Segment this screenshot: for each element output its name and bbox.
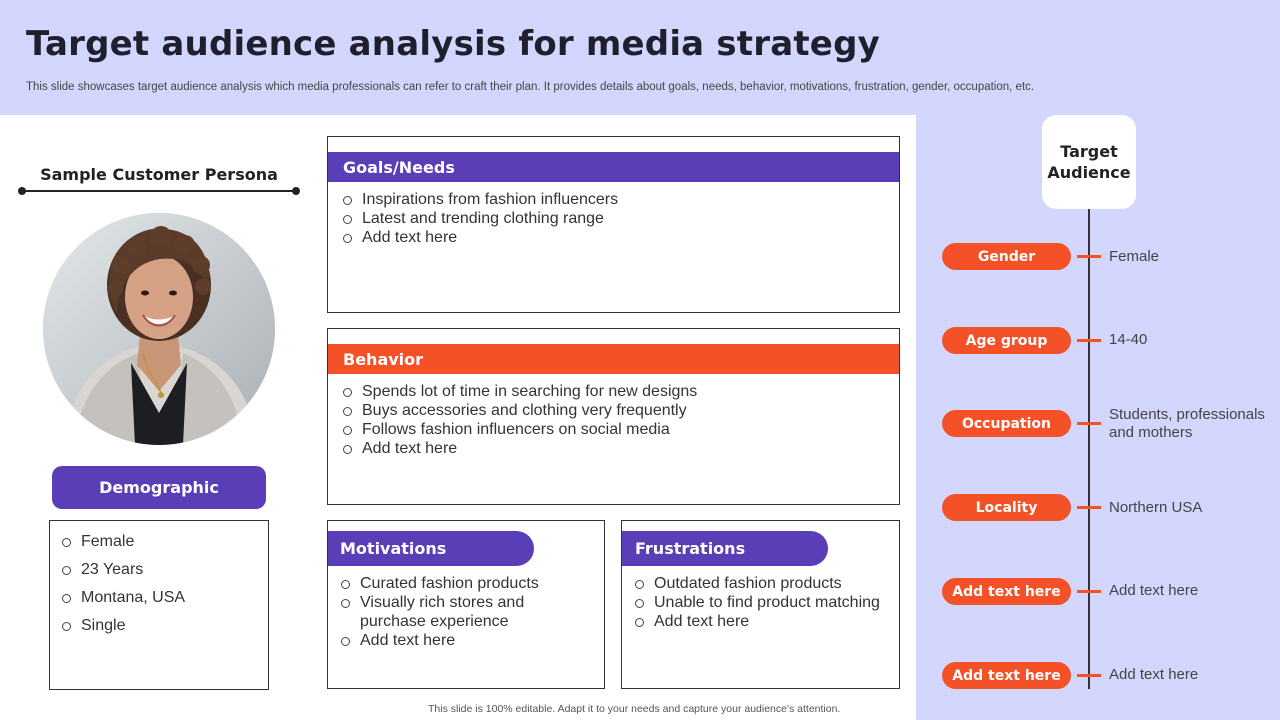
custom-attribute-value-1: Add text here [1109, 582, 1199, 599]
circle-bullet-icon [343, 234, 352, 243]
persona-title: Sample Customer Persona [40, 165, 278, 184]
circle-bullet-icon [343, 196, 352, 205]
list-item: Montana, USA [62, 589, 256, 607]
circle-bullet-icon [341, 599, 350, 608]
target-audience-title: Target Audience [1042, 115, 1136, 209]
page-title: Target audience analysis for media strat… [26, 24, 880, 64]
demographic-label: Demographic [52, 466, 266, 509]
circle-bullet-icon [62, 593, 71, 603]
motivations-header: Motivations [328, 531, 534, 566]
circle-bullet-icon [343, 426, 352, 435]
list-item: Curated fashion products [341, 574, 540, 593]
list-item: Visually rich stores and purchase experi… [341, 593, 540, 631]
custom-attribute-value-2: Add text here [1109, 666, 1199, 683]
gender-value: Female [1109, 248, 1160, 265]
behavior-list: Spends lot of time in searching for new … [343, 382, 697, 458]
custom-attribute-pill-2: Add text here [942, 662, 1071, 689]
persona-divider [18, 187, 300, 195]
list-item: Spends lot of time in searching for new … [343, 382, 697, 401]
connector-tick [1077, 422, 1101, 425]
age-group-value: 14-40 [1109, 331, 1148, 348]
list-item: Single [62, 617, 256, 635]
target-audience-connector [1088, 209, 1090, 689]
goals-needs-header: Goals/Needs [328, 152, 899, 182]
locality-value: Northern USA [1109, 499, 1203, 516]
page-subtitle: This slide showcases target audience ana… [26, 81, 1035, 93]
list-item: Unable to find product matching [635, 593, 880, 612]
list-item: Add text here [341, 631, 540, 650]
connector-tick [1077, 506, 1101, 509]
connector-tick [1077, 255, 1101, 258]
frustrations-card: Frustrations Outdated fashion products U… [621, 520, 900, 689]
circle-bullet-icon [343, 388, 352, 397]
list-item: 23 Years [62, 561, 256, 579]
list-item: Latest and trending clothing range [343, 209, 618, 228]
occupation-pill: Occupation [942, 410, 1071, 437]
list-item: Inspirations from fashion influencers [343, 190, 618, 209]
circle-bullet-icon [62, 565, 71, 575]
circle-bullet-icon [343, 445, 352, 454]
list-item: Follows fashion influencers on social me… [343, 420, 697, 439]
list-item: Outdated fashion products [635, 574, 880, 593]
frustrations-list: Outdated fashion products Unable to find… [635, 574, 880, 631]
custom-attribute-pill-1: Add text here [942, 578, 1071, 605]
circle-bullet-icon [343, 215, 352, 224]
list-item: Add text here [635, 612, 880, 631]
occupation-value: Students, professionals and mothers [1109, 406, 1265, 441]
list-item: Female [62, 533, 256, 551]
behavior-card: Behavior Spends lot of time in searching… [327, 328, 900, 505]
frustrations-header: Frustrations [622, 531, 828, 566]
circle-bullet-icon [635, 599, 644, 608]
persona-photo-illustration [43, 213, 275, 445]
list-item: Add text here [343, 439, 697, 458]
motivations-list: Curated fashion products Visually rich s… [341, 574, 540, 650]
age-group-pill: Age group [942, 327, 1071, 354]
connector-tick [1077, 674, 1101, 677]
circle-bullet-icon [62, 537, 71, 547]
circle-bullet-icon [343, 407, 352, 416]
circle-bullet-icon [341, 637, 350, 646]
circle-bullet-icon [635, 618, 644, 627]
connector-tick [1077, 339, 1101, 342]
motivations-card: Motivations Curated fashion products Vis… [327, 520, 605, 689]
list-item: Add text here [343, 228, 618, 247]
circle-bullet-icon [635, 580, 644, 589]
gender-pill: Gender [942, 243, 1071, 270]
goals-needs-list: Inspirations from fashion influencers La… [343, 190, 618, 247]
goals-needs-card: Goals/Needs Inspirations from fashion in… [327, 136, 900, 313]
persona-photo [43, 213, 275, 445]
demographic-list: Female 23 Years Montana, USA Single [49, 520, 269, 690]
locality-pill: Locality [942, 494, 1071, 521]
circle-bullet-icon [341, 580, 350, 589]
connector-tick [1077, 590, 1101, 593]
circle-bullet-icon [62, 621, 71, 631]
behavior-header: Behavior [328, 344, 899, 374]
list-item: Buys accessories and clothing very frequ… [343, 401, 697, 420]
